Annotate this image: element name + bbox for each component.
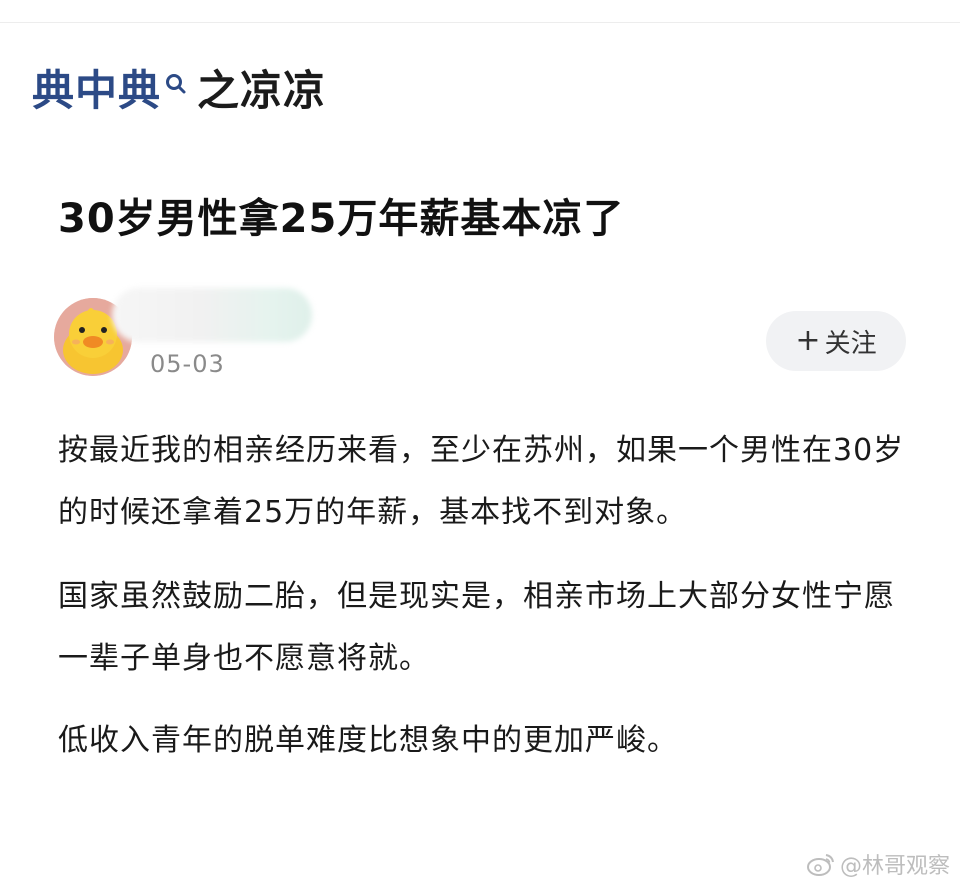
watermark-text: @林哥观察: [839, 854, 950, 879]
article-title: 30岁男性拿25万年薪基本凉了: [58, 196, 625, 242]
author-name-blurred[interactable]: [112, 288, 312, 342]
top-divider: [0, 22, 960, 23]
brand-title-part1: 典中典: [32, 66, 162, 115]
article-paragraph: 国家虽然鼓励二胎，但是现实是，相亲市场上大部分女性宁愿一辈子单身也不愿意将就。: [58, 579, 895, 676]
follow-button-label: 关注: [824, 328, 877, 359]
follow-button[interactable]: + 关注: [766, 311, 906, 371]
post-date: 05-03: [150, 350, 225, 378]
brand-header: 典中典 之凉凉: [32, 70, 326, 112]
weibo-icon: [806, 851, 836, 877]
article-paragraph: 按最近我的相亲经历来看，至少在苏州，如果一个男性在30岁的时候还拿着25万的年薪…: [58, 433, 905, 530]
search-icon: [163, 71, 193, 111]
plus-icon: +: [795, 323, 821, 358]
article-paragraph: 低收入青年的脱单难度比想象中的更加严峻。: [58, 723, 678, 758]
brand-title-part2: 之凉凉: [197, 66, 327, 115]
weibo-watermark: @林哥观察: [806, 848, 950, 880]
